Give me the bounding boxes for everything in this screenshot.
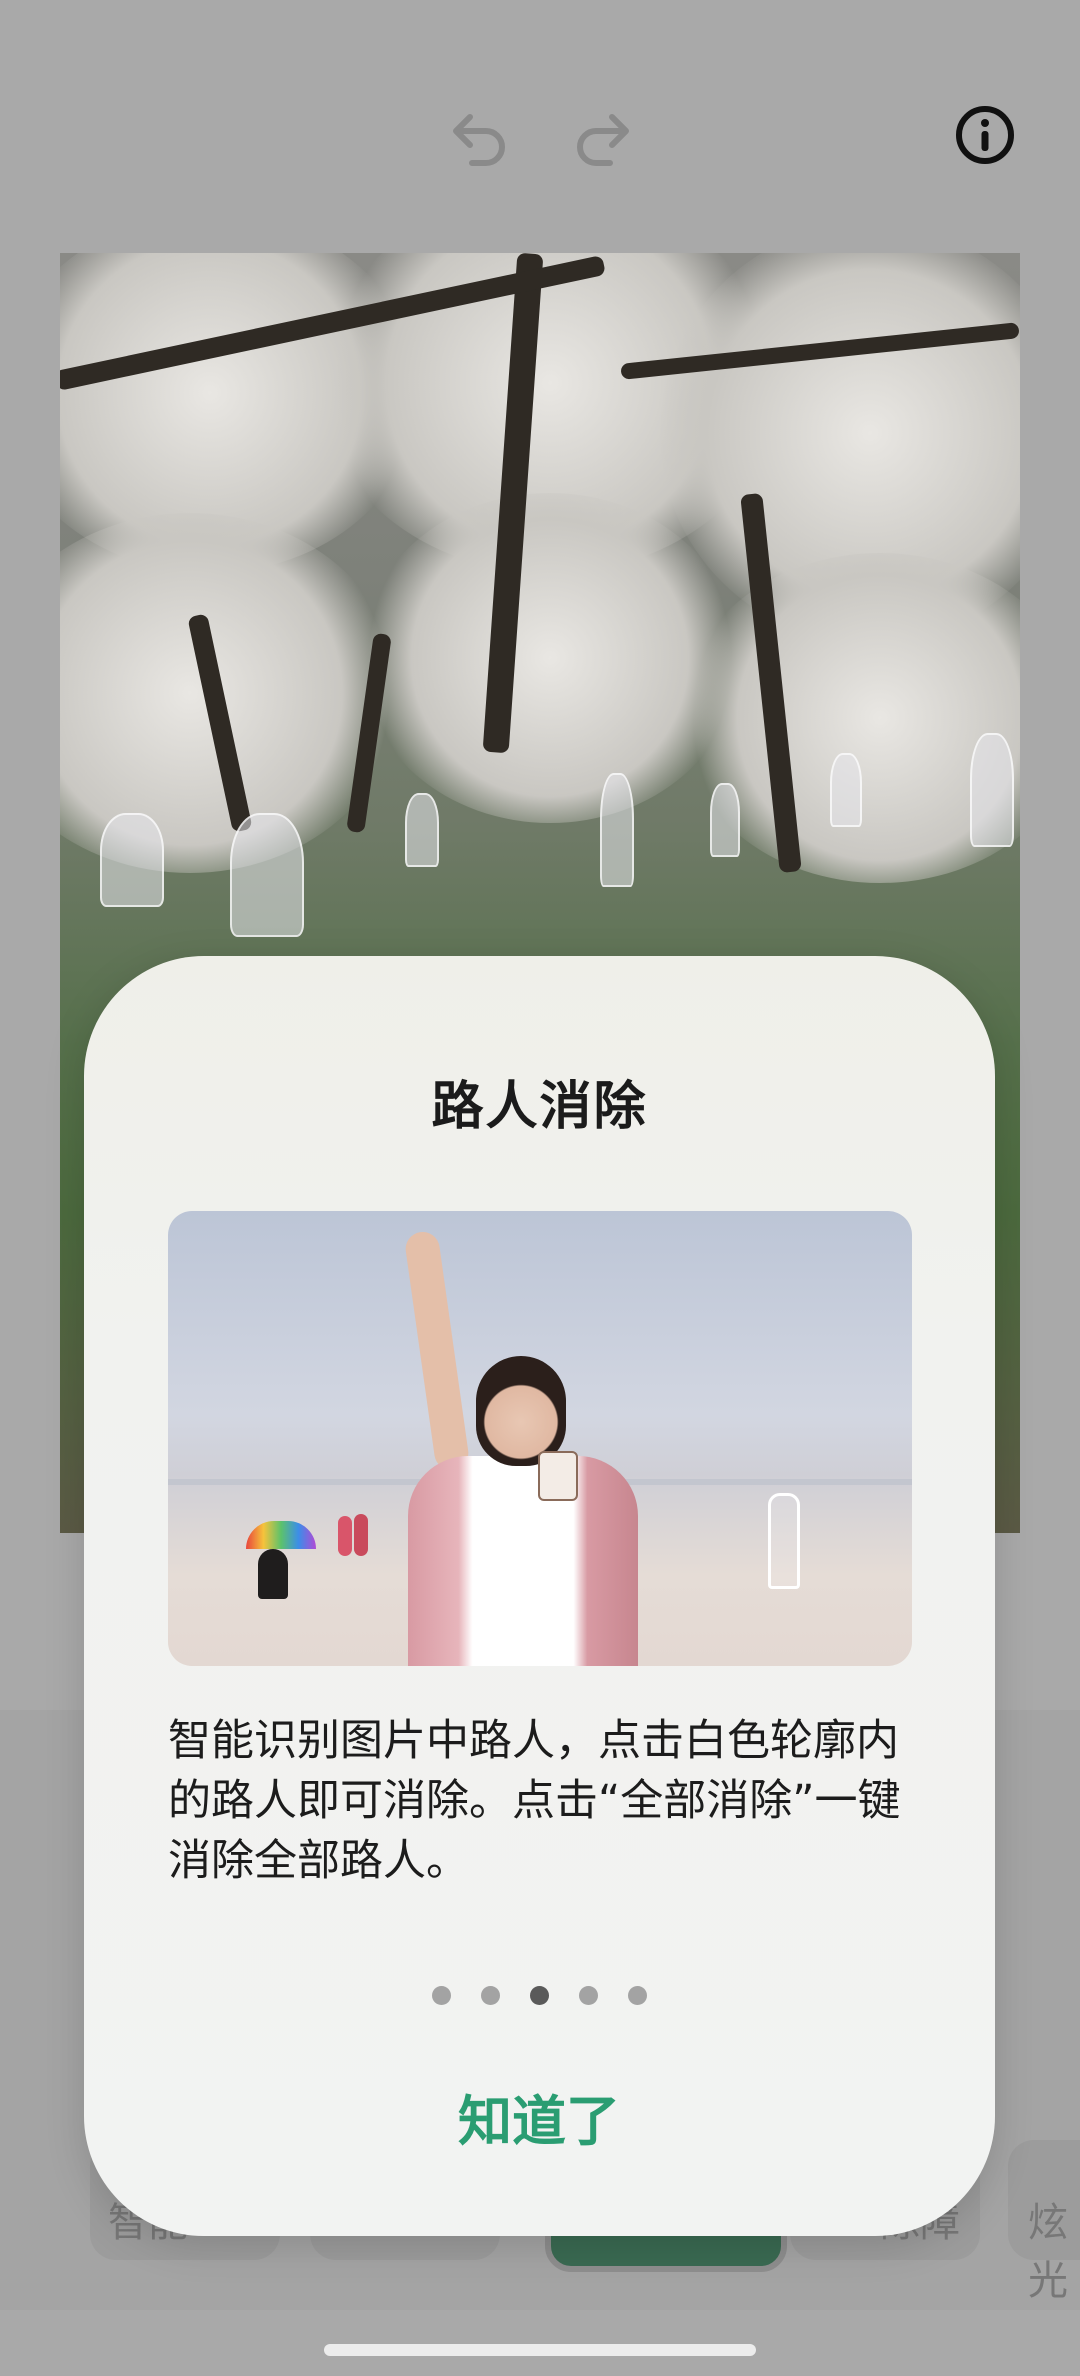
page-dot[interactable] bbox=[628, 1986, 647, 2005]
home-indicator[interactable] bbox=[324, 2344, 756, 2356]
demo-illustration bbox=[168, 1211, 912, 1666]
page-dot[interactable] bbox=[432, 1986, 451, 2005]
dialog-title: 路人消除 bbox=[431, 1077, 648, 1137]
page-dot-active[interactable] bbox=[530, 1986, 549, 2005]
passerby-outline bbox=[768, 1493, 800, 1589]
undo-button[interactable] bbox=[440, 95, 520, 175]
top-toolbar bbox=[0, 0, 1080, 250]
got-it-button[interactable]: 知道了 bbox=[389, 2061, 689, 2171]
undo-arrow-icon bbox=[453, 114, 505, 166]
redo-arrow-icon bbox=[577, 114, 629, 166]
page-indicator bbox=[84, 1986, 995, 2008]
tool-label-glare: 炫光 bbox=[1028, 2200, 1068, 2304]
feature-intro-dialog: 路人消除 智能识别图片中路人，点击白色轮廓内的路人即可消除。点击“全部消除”一键… bbox=[84, 956, 995, 2236]
page-dot[interactable] bbox=[481, 1986, 500, 2005]
redo-button[interactable] bbox=[562, 95, 642, 175]
dialog-description: 智能识别图片中路人，点击白色轮廓内的路人即可消除。点击“全部消除”一键消除全部路… bbox=[168, 1716, 901, 1886]
info-circle-icon bbox=[956, 106, 1014, 164]
page-dot[interactable] bbox=[579, 1986, 598, 2005]
info-button[interactable] bbox=[950, 100, 1020, 170]
